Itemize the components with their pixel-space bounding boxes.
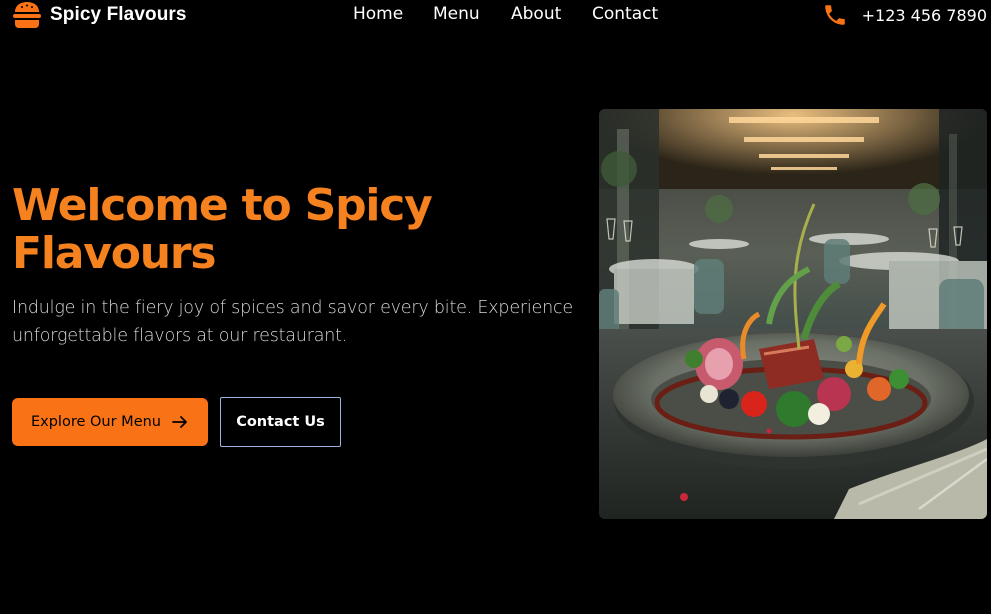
- hero-dish-image: [599, 109, 987, 519]
- phone-contact[interactable]: +123 456 7890: [822, 0, 987, 30]
- contact-us-label: Contact Us: [236, 414, 325, 430]
- hero-subtitle: Indulge in the fiery joy of spices and s…: [12, 298, 573, 346]
- explore-menu-label: Explore Our Menu: [30, 414, 161, 430]
- explore-menu-button[interactable]: Explore Our Menu: [12, 398, 208, 446]
- phone-icon: [824, 5, 845, 25]
- nav-about[interactable]: About: [511, 4, 561, 24]
- nav-home[interactable]: Home: [353, 4, 403, 24]
- phone-number: +123 456 7890: [861, 5, 987, 25]
- hero-title: Welcome to Spicy Flavours: [12, 180, 433, 279]
- nav-contact[interactable]: Contact: [592, 4, 658, 24]
- contact-us-button[interactable]: Contact Us: [220, 397, 341, 447]
- arrow-right-icon: [172, 416, 187, 428]
- site-header: Spicy Flavours Home Menu About Contact +…: [0, 0, 991, 30]
- nav-menu[interactable]: Menu: [433, 4, 480, 24]
